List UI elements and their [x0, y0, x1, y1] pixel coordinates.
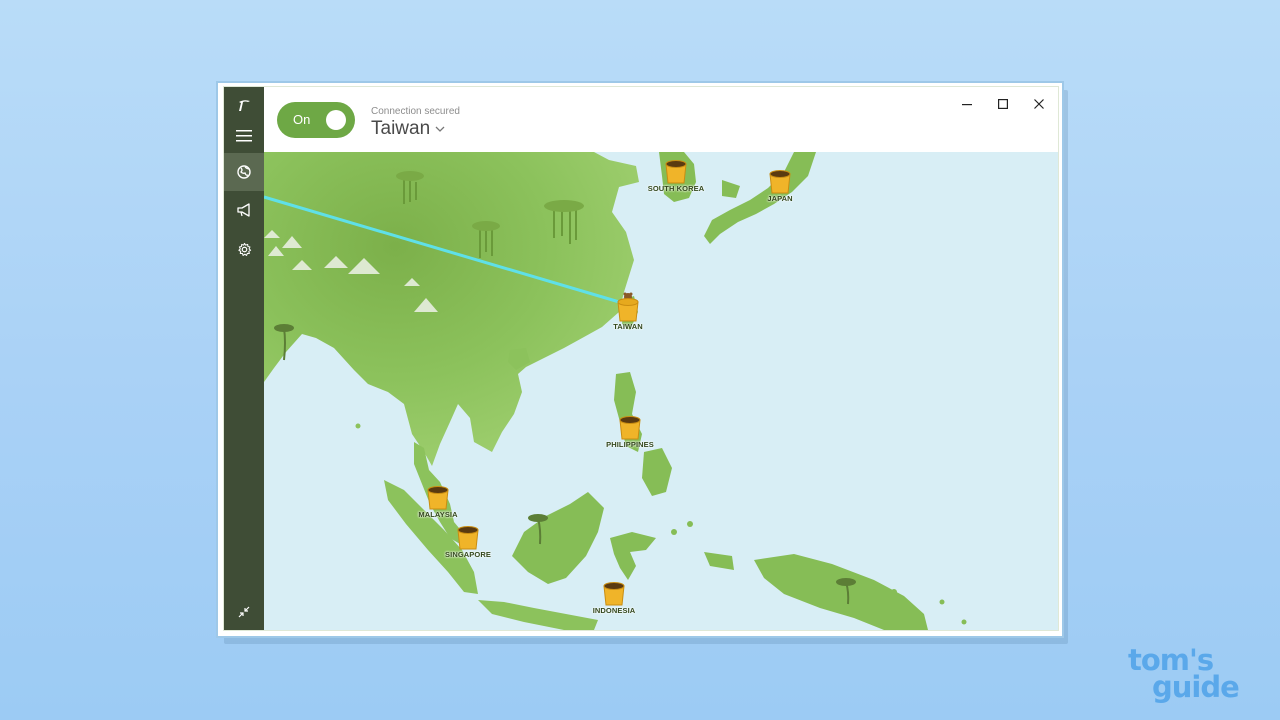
gear-icon[interactable]: [224, 230, 264, 268]
selected-country: Taiwan: [371, 118, 431, 139]
country-pin-south-korea[interactable]: SOUTH KOREA: [641, 160, 711, 206]
bucket-icon: [603, 582, 625, 606]
close-button[interactable]: [1026, 93, 1052, 115]
bucket-icon: [769, 170, 791, 194]
country-label: SINGAPORE: [445, 550, 491, 559]
map-landmass: [264, 152, 967, 630]
bucket-icon: [665, 160, 687, 184]
bucket-icon: [619, 416, 641, 440]
country-label: MALAYSIA: [418, 510, 458, 519]
country-label: PHILIPPINES: [606, 440, 654, 449]
world-map[interactable]: SOUTH KOREA JAPAN TAIWAN PHILIPPINES MAL…: [264, 152, 1058, 630]
country-label: INDONESIA: [592, 606, 636, 615]
country-pin-indonesia[interactable]: INDONESIA: [579, 582, 649, 628]
maximize-button[interactable]: [990, 93, 1016, 115]
country-label: TAIWAN: [613, 322, 643, 331]
minimize-button[interactable]: [954, 93, 980, 115]
country-label: SOUTH KOREA: [647, 184, 705, 193]
globe-icon[interactable]: [224, 153, 264, 191]
app-content: On Connection secured Taiwan SOUTH KOREA…: [224, 87, 1058, 630]
country-label: JAPAN: [767, 194, 793, 203]
toms-guide-logo: tom's guide: [1126, 640, 1256, 706]
country-pin-singapore[interactable]: SINGAPORE: [433, 526, 503, 572]
bucket-with-bear-icon: [617, 292, 639, 322]
country-pin-japan[interactable]: JAPAN: [745, 170, 815, 216]
vpn-toggle[interactable]: On: [277, 102, 355, 138]
bucket-icon: [457, 526, 479, 550]
bucket-icon: [427, 486, 449, 510]
minimize-view-icon[interactable]: [224, 593, 264, 631]
app-window: On Connection secured Taiwan SOUTH KOREA…: [216, 81, 1064, 638]
country-pin-philippines[interactable]: PHILIPPINES: [595, 416, 665, 462]
country-pin-taiwan[interactable]: TAIWAN: [593, 292, 663, 338]
sidebar: [224, 87, 264, 630]
vpn-toggle-label: On: [293, 112, 311, 127]
megaphone-icon[interactable]: [224, 191, 264, 229]
chevron-down-icon: [435, 126, 445, 132]
logo-line-2: guide: [1152, 670, 1240, 704]
country-selector[interactable]: Taiwan: [371, 118, 445, 140]
menu-icon[interactable]: [224, 117, 264, 155]
toggle-knob: [326, 110, 346, 130]
connection-status: Connection secured: [371, 106, 460, 117]
header-bar: On Connection secured Taiwan: [264, 87, 1058, 152]
